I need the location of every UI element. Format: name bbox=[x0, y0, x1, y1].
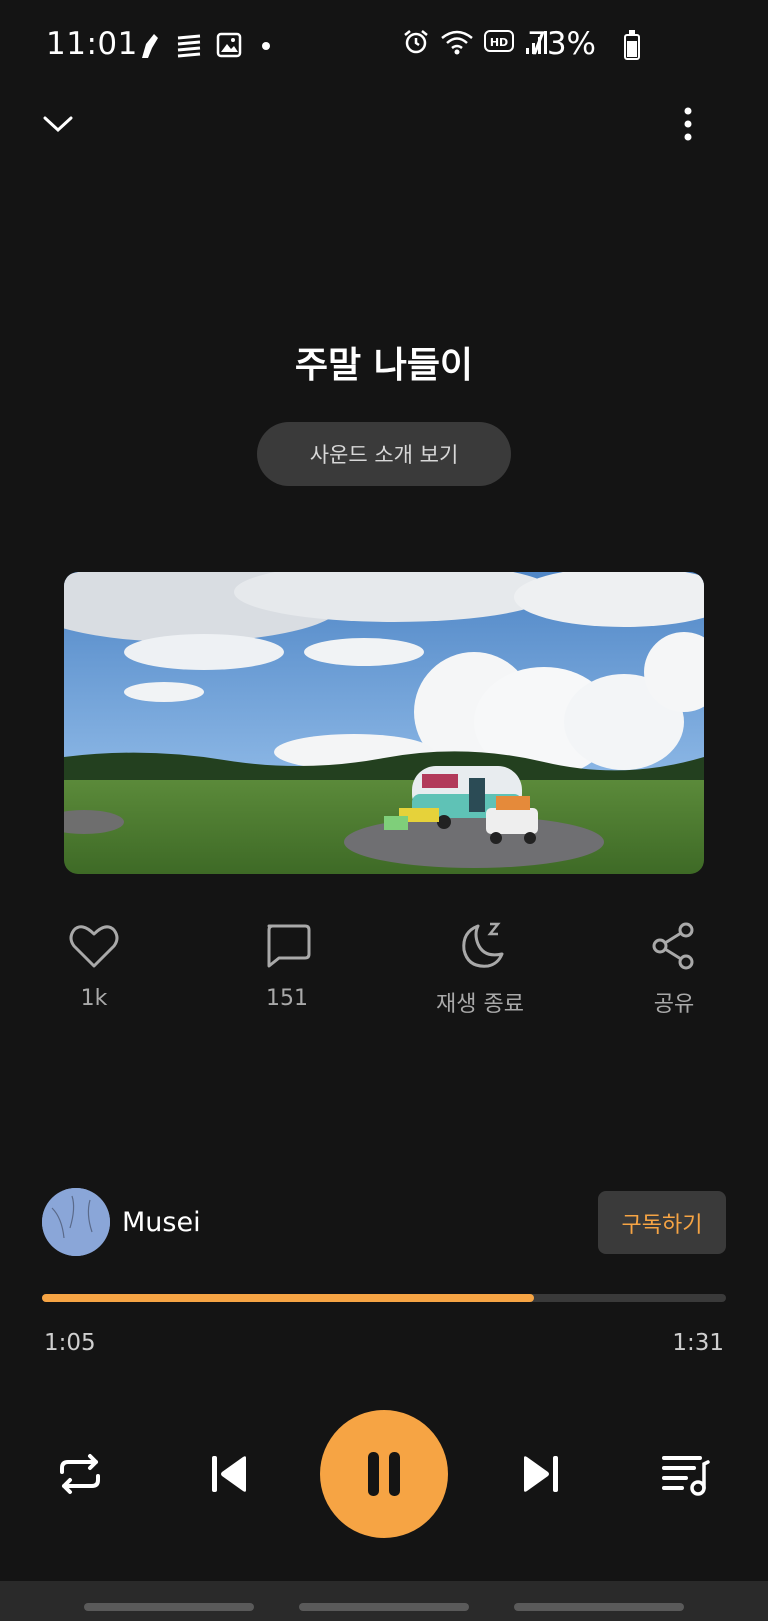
creator-info[interactable]: Musei bbox=[42, 1188, 201, 1256]
progress-fill bbox=[42, 1294, 535, 1302]
heart-icon bbox=[69, 925, 119, 968]
share-label: 공유 bbox=[653, 992, 695, 1017]
nav-home-button[interactable] bbox=[299, 1603, 469, 1611]
alarm-icon bbox=[404, 30, 428, 54]
battery-icon bbox=[624, 30, 640, 60]
total-time: 1:31 bbox=[672, 1330, 724, 1356]
hd-icon: HD bbox=[484, 30, 514, 52]
dot-icon bbox=[262, 42, 270, 50]
status-time: 11:01 bbox=[46, 26, 138, 62]
share-button[interactable]: 공유 bbox=[604, 916, 744, 1018]
sound-title: 주말 나들이 bbox=[294, 345, 474, 386]
playlist-button[interactable] bbox=[658, 1446, 714, 1502]
battery-percent: 73% bbox=[527, 26, 596, 62]
playlist-icon bbox=[662, 1456, 710, 1496]
previous-icon bbox=[212, 1456, 246, 1492]
like-count: 1k bbox=[80, 986, 108, 1011]
avatar[interactable] bbox=[42, 1188, 110, 1256]
nav-back-button[interactable] bbox=[514, 1603, 684, 1611]
action-row: 1k 151 재생 종료 공유 bbox=[0, 916, 768, 1018]
comment-icon bbox=[267, 924, 311, 968]
more-vertical-icon bbox=[684, 107, 692, 141]
share-icon bbox=[652, 922, 694, 970]
progress-bar[interactable] bbox=[42, 1294, 726, 1302]
notification-icons bbox=[138, 30, 276, 60]
pause-icon bbox=[368, 1452, 400, 1496]
next-icon bbox=[524, 1456, 558, 1492]
sleep-timer-button[interactable]: 재생 종료 bbox=[410, 916, 550, 1018]
status-bar: 11:01 HD 73% bbox=[0, 0, 768, 96]
creator-name[interactable]: Musei bbox=[122, 1207, 201, 1238]
gallery-icon bbox=[216, 32, 242, 58]
navigation-bar bbox=[0, 1581, 768, 1621]
comment-button[interactable]: 151 bbox=[217, 916, 357, 1011]
previous-button[interactable] bbox=[202, 1446, 258, 1502]
repeat-button[interactable] bbox=[52, 1446, 108, 1502]
more-options-button[interactable] bbox=[668, 100, 708, 148]
sleep-timer-icon bbox=[462, 922, 504, 968]
wifi-icon bbox=[441, 30, 473, 55]
nav-recents-button[interactable] bbox=[84, 1603, 254, 1611]
comment-count: 151 bbox=[266, 986, 308, 1011]
sound-intro-button[interactable]: 사운드 소개 보기 bbox=[257, 422, 511, 486]
gesture-icon bbox=[142, 34, 158, 58]
svg-text:HD: HD bbox=[490, 36, 508, 49]
next-button[interactable] bbox=[512, 1446, 568, 1502]
like-button[interactable]: 1k bbox=[24, 916, 164, 1011]
repeat-icon bbox=[60, 1454, 100, 1494]
collapse-button[interactable] bbox=[34, 100, 82, 148]
subscribe-button[interactable]: 구독하기 bbox=[598, 1191, 726, 1254]
pause-button[interactable] bbox=[320, 1410, 448, 1538]
sleep-timer-label: 재생 종료 bbox=[436, 992, 524, 1017]
stack-icon bbox=[177, 34, 201, 58]
current-time: 1:05 bbox=[44, 1330, 96, 1356]
cover-image bbox=[64, 572, 704, 874]
chevron-down-icon bbox=[43, 116, 73, 133]
